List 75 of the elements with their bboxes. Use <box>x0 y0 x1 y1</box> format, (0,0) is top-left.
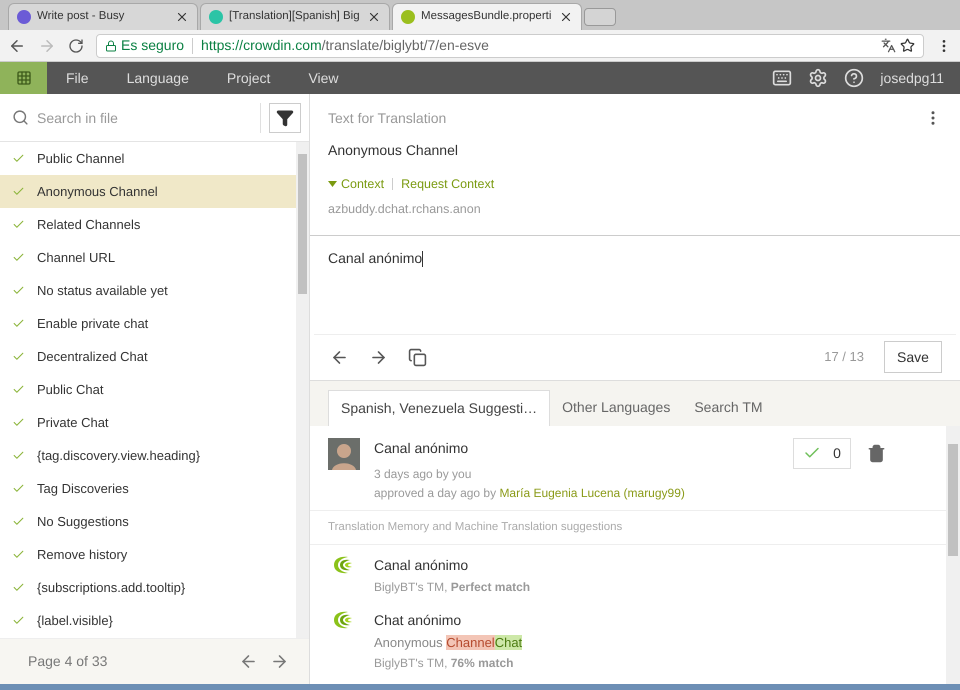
string-list-item[interactable]: No status available yet <box>0 274 296 307</box>
string-list-item[interactable]: {label.visible} <box>0 604 296 637</box>
string-list-item[interactable]: No Suggestions <box>0 505 296 538</box>
favicon-icon <box>401 10 415 24</box>
string-list-item[interactable]: Remove history <box>0 538 296 571</box>
translation-field[interactable]: Canal anónimo <box>310 236 960 334</box>
string-list-item[interactable]: {tag.discovery.view.heading} <box>0 439 296 472</box>
suggestions-tab[interactable]: Search TM <box>682 390 775 426</box>
filter-icon <box>276 108 294 126</box>
next-page-icon[interactable] <box>270 652 289 671</box>
tab-title: Write post - Busy <box>37 9 126 24</box>
string-key: azbuddy.dchat.rchans.anon <box>328 200 942 218</box>
scrollbar[interactable] <box>296 142 309 638</box>
page-indicator: Page 4 of 33 <box>28 652 108 671</box>
vote-button[interactable]: 0 <box>793 438 851 468</box>
caret-icon <box>328 181 337 188</box>
help-icon[interactable] <box>844 68 864 88</box>
close-icon[interactable] <box>367 10 381 24</box>
string-list-item[interactable]: Decentralized Chat <box>0 340 296 373</box>
string-list-item[interactable]: Channel URL <box>0 241 296 274</box>
string-list-item[interactable]: {subscriptions.add.tooltip} <box>0 571 296 604</box>
browser-tab[interactable]: MessagesBundle.properti <box>392 3 582 30</box>
tab-title: MessagesBundle.properti <box>421 9 552 24</box>
section-heading: Translation Memory and Machine Translation suggestions <box>310 510 946 545</box>
copy-source-icon[interactable] <box>408 348 427 366</box>
suggestion-text: Canal anónimo <box>374 438 470 458</box>
keyboard-icon[interactable] <box>772 68 792 88</box>
browser-tab[interactable]: [Translation][Spanish] Big <box>200 3 390 30</box>
string-list-item[interactable]: Public Chat <box>0 373 296 406</box>
favicon-icon <box>209 10 223 24</box>
settings-icon[interactable] <box>808 68 828 88</box>
filter-button[interactable] <box>269 102 301 132</box>
source-text: Anonymous Channel <box>328 141 459 160</box>
suggestions-tab[interactable]: Spanish, Venezuela Suggesti… <box>328 390 550 426</box>
tm-match-info: BiglyBT's TM, 76% match <box>374 655 514 672</box>
string-list-item[interactable]: Public Channel <box>0 142 296 175</box>
star-icon[interactable] <box>900 38 915 53</box>
string-list-item[interactable]: Enable private chat <box>0 307 296 340</box>
favicon-icon <box>17 10 31 24</box>
save-button[interactable]: Save <box>884 341 942 373</box>
user-name[interactable]: josedpg11 <box>880 68 944 88</box>
suggestion-date: 3 days ago by you <box>374 466 472 482</box>
search-icon <box>12 109 29 126</box>
lock-icon <box>105 40 117 52</box>
suggestions-tab[interactable]: Other Languages <box>550 390 682 426</box>
tm-suggestion-text: Chat anónimo <box>374 610 462 630</box>
translate-icon[interactable] <box>881 38 896 53</box>
reload-icon[interactable] <box>68 38 84 54</box>
approval-note: approved a day ago by María Eugenia Lucena (marugy99) <box>374 484 686 502</box>
url-text: https://crowdin.com/translate/biglybt/7/en-esve <box>201 36 489 55</box>
source-diff: Anonymous ChannelChat <box>374 634 522 652</box>
string-list-item[interactable]: Private Chat <box>0 406 296 439</box>
delete-icon[interactable] <box>867 444 886 462</box>
panel-heading: Text for Translation <box>328 108 446 128</box>
close-icon[interactable] <box>175 10 189 24</box>
tab-title: [Translation][Spanish] Big <box>229 9 361 24</box>
string-list-item[interactable]: Tag Discoveries <box>0 472 296 505</box>
secure-label: Es seguro <box>121 36 184 55</box>
menu-item[interactable]: File <box>47 68 108 88</box>
search-field[interactable]: Search in file <box>37 102 252 132</box>
tm-match-info: BiglyBT's TM, Perfect match <box>374 578 530 596</box>
tm-suggestion-text: Canal anónimo <box>374 556 470 575</box>
browser-tab[interactable]: Write post - Busy <box>8 3 198 30</box>
address-bar[interactable]: Es seguro https://crowdin.com/translate/biglybt/7/en-esve <box>96 34 924 58</box>
scrollbar[interactable] <box>946 426 960 684</box>
string-list-item[interactable]: Anonymous Channel <box>0 175 296 208</box>
avatar <box>328 438 360 470</box>
grid-icon <box>16 70 32 86</box>
menu-item[interactable]: Language <box>108 68 208 88</box>
string-list-item[interactable]: Related Channels <box>0 208 296 241</box>
menu-item[interactable]: Project <box>208 68 290 88</box>
close-icon[interactable] <box>559 10 573 24</box>
menu-item[interactable]: View <box>289 68 358 88</box>
character-counter: 17 / 13 <box>824 348 864 366</box>
apps-button[interactable] <box>0 62 47 94</box>
